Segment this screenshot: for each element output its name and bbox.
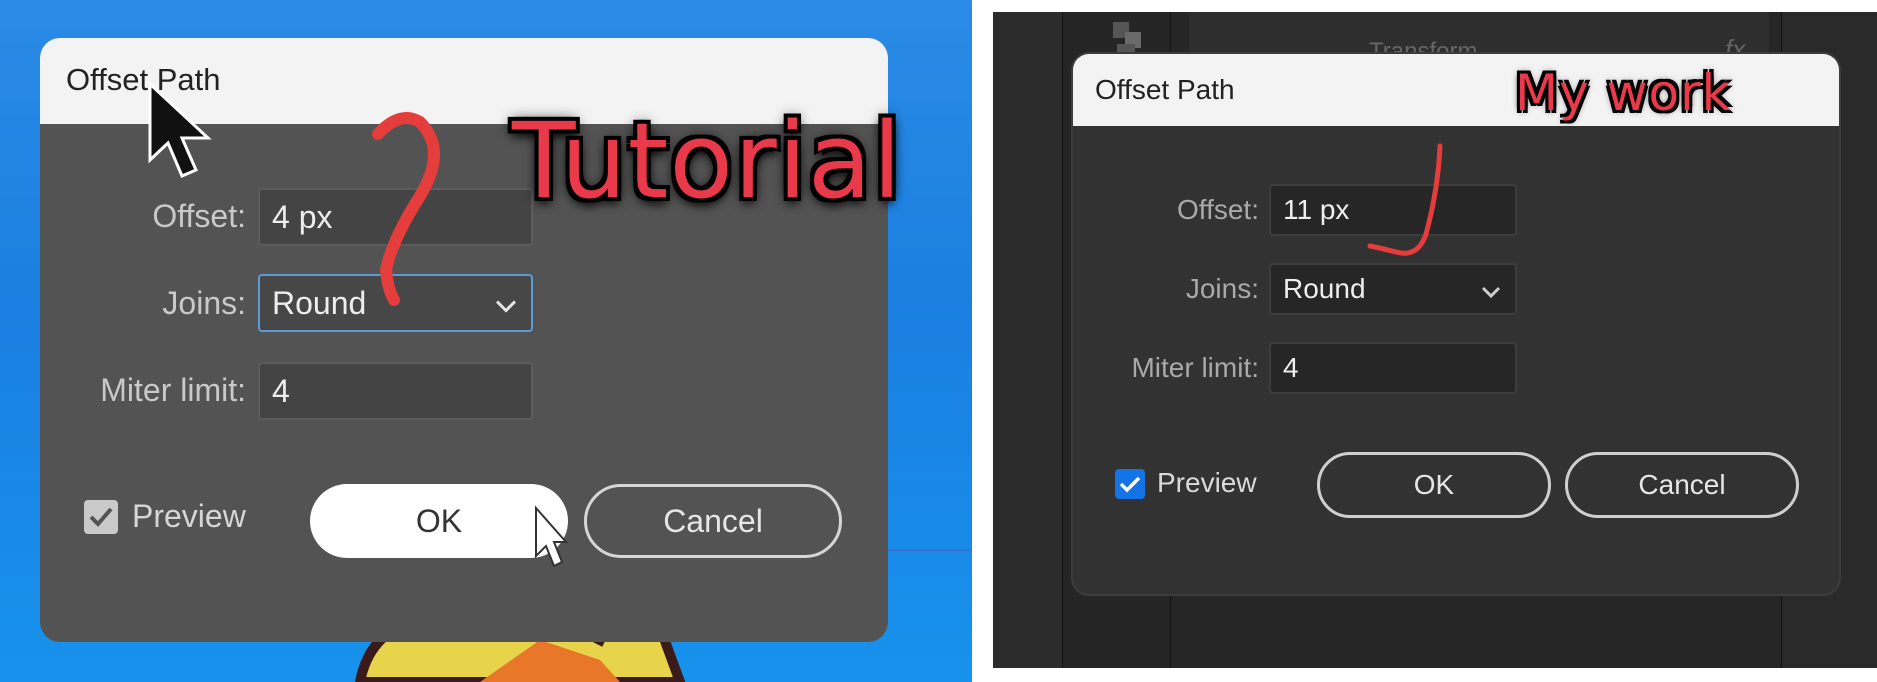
ok-label: OK xyxy=(1413,469,1455,500)
ok-label: OK xyxy=(415,502,463,539)
tutorial-annotation: Tutorial xyxy=(512,100,903,222)
offset-input[interactable]: 11 px xyxy=(1269,184,1517,236)
ok-button[interactable]: OK xyxy=(1317,452,1551,518)
miter-limit-value: 4 xyxy=(272,372,290,409)
joins-label: Joins: xyxy=(162,285,246,321)
preview-checkbox[interactable] xyxy=(1115,469,1145,499)
cancel-button[interactable]: Cancel xyxy=(584,484,842,558)
offset-label: Offset: xyxy=(152,198,246,234)
joins-value: Round xyxy=(272,284,367,321)
chevron-down-icon xyxy=(1481,273,1501,305)
miter-limit-input[interactable]: 4 xyxy=(258,362,533,420)
joins-select[interactable]: Round xyxy=(1269,263,1517,315)
preview-checkbox[interactable] xyxy=(84,500,118,534)
mywork-annotation: My work xyxy=(1515,64,1732,122)
ok-button[interactable]: OK xyxy=(310,484,568,558)
offset-value: 4 px xyxy=(272,198,333,235)
miter-limit-input[interactable]: 4 xyxy=(1269,342,1517,394)
dialog-title: Offset Path xyxy=(1095,74,1235,105)
miter-limit-value: 4 xyxy=(1283,352,1299,383)
joins-label: Joins: xyxy=(1185,273,1259,304)
cancel-label: Cancel xyxy=(663,502,763,539)
joins-select[interactable]: Round xyxy=(258,274,533,332)
checkmark-icon xyxy=(89,507,113,527)
offset-value: 11 px xyxy=(1283,194,1350,225)
chevron-down-icon xyxy=(495,285,517,322)
miter-limit-label: Miter limit: xyxy=(100,372,246,408)
dialog-title: Offset Path xyxy=(66,62,221,97)
offset-label: Offset: xyxy=(1177,194,1259,225)
offset-path-dialog-mywork: Offset Path Offset: 11 px Joins: Round M… xyxy=(1071,52,1841,596)
tutorial-screenshot-panel: Offset Path Offset: 4 px Joins: Round Mi… xyxy=(0,0,972,682)
checkmark-icon xyxy=(1119,476,1141,493)
preview-label: Preview xyxy=(132,498,246,534)
miter-limit-label: Miter limit: xyxy=(1131,352,1259,383)
cancel-label: Cancel xyxy=(1638,469,1726,500)
cancel-button[interactable]: Cancel xyxy=(1565,452,1799,518)
joins-value: Round xyxy=(1283,273,1366,304)
offset-input[interactable]: 4 px xyxy=(258,188,533,246)
preview-label: Preview xyxy=(1157,467,1257,498)
